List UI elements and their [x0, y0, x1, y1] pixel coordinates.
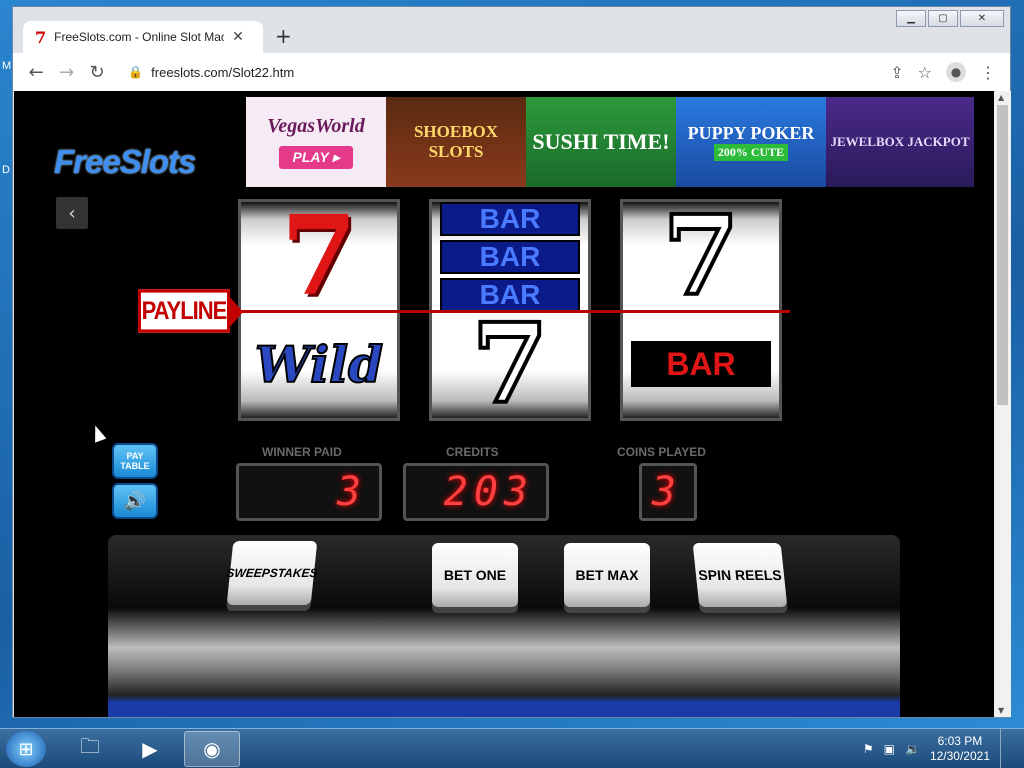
minimize-button[interactable]: ▁ — [896, 10, 926, 27]
browser-tab[interactable]: 7 FreeSlots.com - Online Slot Mach ✕ — [23, 21, 263, 53]
bar-symbol: BAR — [440, 240, 580, 274]
ad-sushi-time[interactable]: SUSHI TIME! — [526, 97, 676, 187]
payline-line — [164, 310, 790, 313]
scrollbar-thumb[interactable] — [997, 105, 1008, 405]
wild-symbol: Wild — [254, 334, 384, 395]
freeslots-logo[interactable]: FreeSlots — [54, 143, 196, 181]
desktop-icon-label[interactable]: D — [2, 164, 10, 176]
seven-favicon-icon: 7 — [35, 27, 47, 47]
browser-window: 7 FreeSlots.com - Online Slot Mach ✕ + ▁… — [12, 6, 1011, 718]
clock[interactable]: 6:03 PM 12/30/2021 — [930, 734, 990, 764]
tab-bar: 7 FreeSlots.com - Online Slot Mach ✕ + ▁… — [13, 7, 1010, 53]
clock-time: 6:03 PM — [937, 734, 983, 748]
bar-symbol: BAR — [440, 202, 580, 236]
window-controls: ▁ ▢ ✕ — [896, 10, 1004, 27]
ad-vegasworld-title: VegasWorld — [267, 115, 365, 137]
page-viewport: FreeSlots VegasWorld PLAY ▸ SHOEBOX SLOT… — [14, 91, 994, 717]
address-bar[interactable]: 🔒 freeslots.com/Slot22.htm — [120, 58, 890, 86]
clock-date: 12/30/2021 — [929, 749, 990, 763]
triple-bar-symbol: BAR BAR BAR — [440, 202, 580, 312]
spin-reels-button[interactable]: SPIN REELS — [692, 543, 788, 607]
payline-arrow — [229, 296, 243, 328]
winner-paid-label: WINNER PAID — [262, 445, 342, 459]
scroll-down-icon[interactable]: ▼ — [998, 706, 1004, 715]
chevron-left-icon[interactable]: ‹ — [56, 197, 88, 229]
coins-played-display: 3 — [639, 463, 697, 521]
ad-banner[interactable]: VegasWorld PLAY ▸ SHOEBOX SLOTS SUSHI TI… — [246, 97, 974, 187]
tab-title: FreeSlots.com - Online Slot Mach — [54, 30, 225, 44]
credits-label: CREDITS — [446, 445, 499, 459]
system-tray: ⚑ ▣ 🔉 6:03 PM 12/30/2021 — [863, 729, 1024, 768]
forward-arrow-icon[interactable]: → — [51, 62, 81, 83]
reload-icon[interactable]: ↻ — [82, 62, 112, 83]
maximize-button[interactable]: ▢ — [928, 10, 958, 27]
vertical-scrollbar[interactable]: ▲ ▼ — [994, 91, 1011, 717]
folder-icon[interactable]: 🗀 — [62, 731, 118, 767]
menu-icon[interactable]: ⋮ — [980, 63, 996, 82]
network-icon[interactable]: ▣ — [884, 742, 895, 756]
payline-label: PAYLINE — [138, 289, 230, 333]
url-text[interactable]: freeslots.com/Slot22.htm — [151, 65, 294, 80]
flag-icon[interactable]: ⚑ — [863, 742, 874, 756]
media-player-icon[interactable]: ▶ — [122, 731, 178, 767]
star-icon[interactable]: ☆ — [918, 63, 932, 82]
show-desktop-button[interactable] — [1000, 729, 1014, 768]
ad-shoebox-slots[interactable]: SHOEBOX SLOTS — [386, 97, 526, 187]
bet-one-button[interactable]: BET ONE — [432, 543, 518, 607]
windows-start-icon[interactable]: ⊞ — [6, 731, 46, 767]
scroll-up-icon[interactable]: ▲ — [998, 93, 1004, 102]
mouse-cursor — [89, 423, 107, 443]
ad-puppy-poker[interactable]: PUPPY POKER 200% CUTE — [676, 97, 826, 187]
sweepstakes-button[interactable]: SWEEPSTAKES — [226, 541, 318, 605]
red-seven-symbol: 7 — [280, 199, 358, 320]
ad-puppy-badge: 200% CUTE — [713, 144, 789, 161]
chrome-icon[interactable]: ◉ — [184, 731, 240, 767]
profile-icon[interactable]: ● — [946, 62, 966, 82]
ad-vegasworld[interactable]: VegasWorld PLAY ▸ — [246, 97, 386, 187]
red-bar-symbol: BAR — [631, 341, 771, 387]
taskbar: ⊞ 🗀 ▶ ◉ ⚑ ▣ 🔉 6:03 PM 12/30/2021 — [0, 728, 1024, 768]
browser-toolbar: ← → ↻ 🔒 freeslots.com/Slot22.htm ⇪ ☆ ● ⋮ — [13, 53, 1010, 91]
winner-paid-display: 3 — [236, 463, 382, 521]
close-tab-icon[interactable]: ✕ — [232, 29, 244, 45]
close-window-button[interactable]: ✕ — [960, 10, 1004, 27]
lock-icon[interactable]: 🔒 — [128, 65, 143, 79]
speaker-icon[interactable]: 🔊 — [112, 483, 158, 519]
pay-table-button[interactable]: PAY TABLE — [112, 443, 158, 479]
desktop-icon-label[interactable]: M — [2, 60, 11, 72]
white-seven-symbol: 7 — [470, 299, 551, 421]
share-icon[interactable]: ⇪ — [890, 63, 903, 82]
volume-icon[interactable]: 🔉 — [905, 742, 920, 756]
bet-max-button[interactable]: BET MAX — [564, 543, 650, 607]
credits-display: 203 — [403, 463, 549, 521]
white-seven-symbol: 7 — [661, 199, 742, 320]
back-arrow-icon[interactable]: ← — [21, 62, 51, 83]
ad-puppy-title: PUPPY POKER — [687, 123, 815, 143]
ad-jewelbox-jackpot[interactable]: JEWELBOX JACKPOT — [826, 97, 974, 187]
coins-played-label: COINS PLAYED — [617, 445, 706, 459]
ad-play-button[interactable]: PLAY ▸ — [278, 146, 354, 169]
new-tab-button[interactable]: + — [275, 24, 292, 48]
